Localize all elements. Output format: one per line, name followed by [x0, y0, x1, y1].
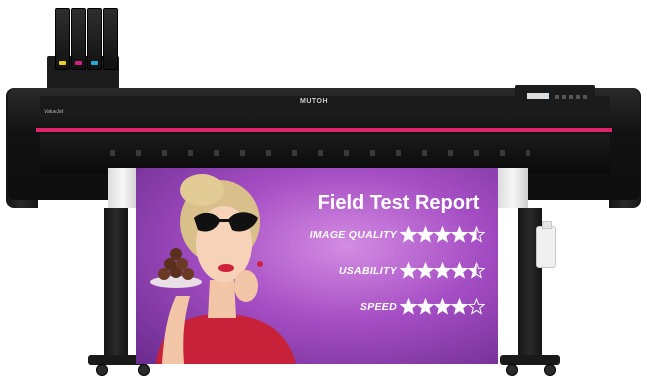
control-panel[interactable] — [515, 85, 595, 111]
pinch-rollers — [110, 150, 530, 156]
star-fill — [434, 299, 451, 314]
star-rating — [400, 262, 486, 279]
rating-row-usability: USABILITY — [286, 262, 491, 282]
rating-label: SPEED — [359, 301, 397, 313]
caster-wheel — [506, 364, 518, 376]
accent-stripe — [36, 128, 612, 132]
printed-poster: Field Test Report IMAGE QUALITY USABILIT… — [136, 168, 498, 364]
poster-headline: Field Test Report — [317, 192, 480, 214]
star-fill — [400, 263, 417, 278]
star-fill — [434, 227, 451, 242]
star-fill — [451, 299, 468, 314]
star-rating — [400, 226, 486, 243]
ink-cap — [107, 61, 114, 65]
caster-wheel — [96, 364, 108, 376]
star-fill — [417, 263, 434, 278]
star-outline — [467, 298, 486, 315]
rating-row-speed: SPEED — [286, 298, 491, 318]
star-fill — [451, 263, 468, 278]
star-fill — [451, 227, 468, 242]
ink-station — [47, 8, 119, 98]
rating-label: IMAGE QUALITY — [309, 229, 397, 241]
stand-leg-left — [104, 208, 128, 358]
brand-logo: MUTOH — [300, 98, 329, 105]
rating-label: USABILITY — [338, 265, 397, 277]
star-fill — [417, 227, 434, 242]
media-roll-left — [108, 168, 138, 208]
waste-ink-bottle — [536, 221, 556, 268]
ink-cap — [75, 61, 82, 65]
star-fill — [434, 263, 451, 278]
ink-cartridge — [71, 8, 86, 70]
ink-cartridge — [103, 8, 118, 70]
ink-cartridge — [55, 8, 70, 70]
model-photo — [150, 174, 296, 364]
star-rating — [400, 298, 486, 315]
ink-cartridge — [87, 8, 102, 70]
ink-cap — [91, 61, 98, 65]
star-fill — [417, 299, 434, 314]
star-fill — [400, 299, 417, 314]
ink-cap — [59, 61, 66, 65]
printer-scene: MUTOH ValueJet Field Test Report IMAGE Q… — [0, 0, 647, 382]
rating-row-image-quality: IMAGE QUALITY — [286, 226, 491, 246]
panel-buttons[interactable] — [555, 95, 589, 99]
caster-wheel — [544, 364, 556, 376]
caster-wheel — [138, 364, 150, 376]
model-badge: ValueJet — [44, 109, 64, 115]
media-roll-right — [498, 168, 528, 208]
star-fill — [400, 227, 417, 242]
lcd-display — [527, 93, 549, 99]
